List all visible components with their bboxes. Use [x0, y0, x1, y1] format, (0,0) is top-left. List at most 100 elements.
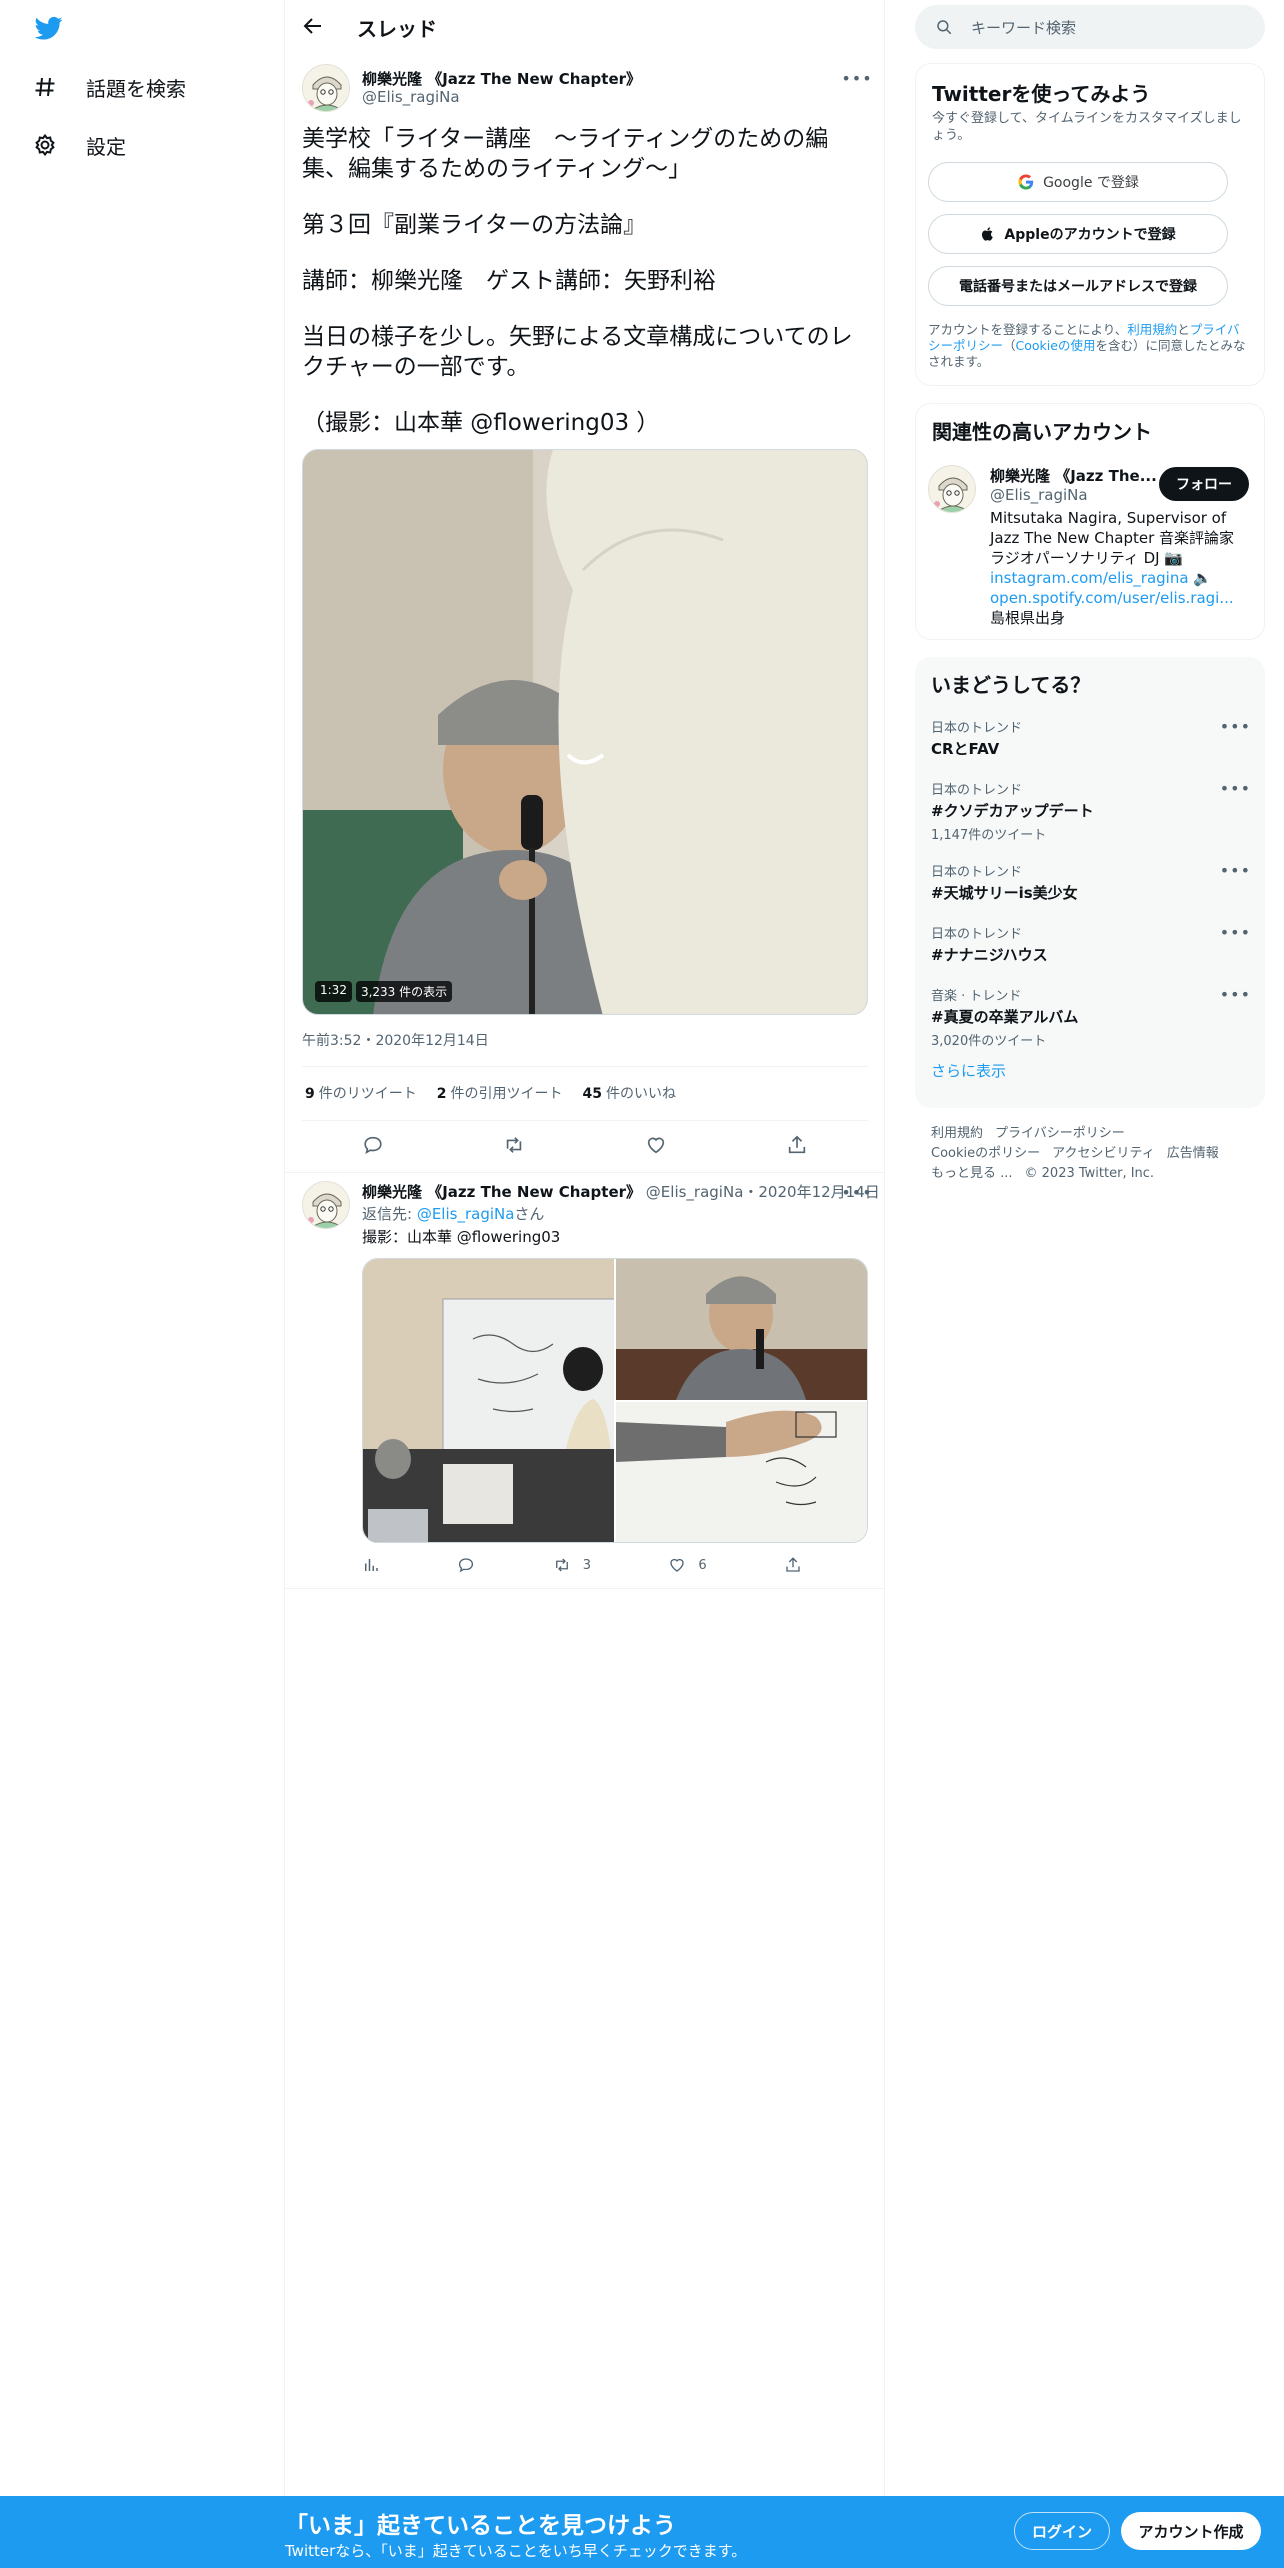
search-input[interactable]: キーワード検索 — [915, 5, 1265, 49]
quote-stat[interactable]: 2 件の引用ツイート — [437, 1083, 563, 1103]
trend-context: 日本のトレンド — [931, 927, 1023, 942]
photo[interactable] — [363, 1259, 614, 1542]
main-column: スレッド 柳樂光隆 《Jazz The New Chapter》 @Elis_r… — [285, 0, 885, 2496]
like-icon[interactable] — [643, 1132, 669, 1158]
twitter-logo-icon[interactable] — [33, 14, 65, 42]
like-stat[interactable]: 45 件のいいね — [583, 1083, 676, 1103]
more-options-icon[interactable]: ••• — [1220, 861, 1251, 880]
hashtag-icon — [32, 74, 58, 100]
avatar[interactable] — [302, 64, 350, 112]
reply-button[interactable] — [457, 1556, 475, 1574]
banner-subtitle: Twitterなら、「いま」起きていることをいち早くチェックできます。 — [285, 2542, 747, 2560]
share-icon — [786, 1557, 800, 1572]
trend-item[interactable]: 日本のトレンド #ナナニジハウス ••• — [931, 923, 1251, 965]
signup-banner: 「いま」起きていることを見つけよう Twitterなら、「いま」起きていることを… — [0, 2496, 1284, 2568]
trend-topic: CRとFAV — [931, 740, 1000, 758]
retweet-stat[interactable]: 9 件のリツイート — [305, 1083, 417, 1103]
trend-item[interactable]: 音楽 · トレンド #真夏の卒業アルバム 3,020件のツイート ••• — [931, 985, 1251, 1049]
footer-link[interactable]: アクセシビリティ — [1052, 1146, 1155, 1161]
photo[interactable] — [616, 1259, 867, 1400]
reply-icon[interactable] — [360, 1132, 386, 1158]
legal-text: と — [1177, 322, 1190, 337]
share-icon[interactable] — [784, 1132, 810, 1158]
trend-context: 日本のトレンド — [931, 865, 1023, 880]
signup-title: Twitterを使ってみよう — [932, 82, 1151, 106]
author-name[interactable]: 柳樂光隆 《Jazz The New Chapter》 — [362, 68, 641, 89]
terms-link[interactable]: 利用規約 — [1127, 322, 1177, 337]
more-options-icon[interactable]: ••• — [841, 66, 871, 90]
apple-icon — [982, 227, 994, 241]
gear-icon — [32, 132, 58, 158]
avatar[interactable] — [302, 1181, 350, 1229]
nav-explore[interactable]: 話題を検索 — [32, 67, 186, 107]
phone-signup-button[interactable]: 電話番号またはメールアドレスで登録 — [928, 266, 1228, 306]
left-nav: 話題を検索 設定 — [0, 0, 285, 2496]
video-duration: 1:32 — [315, 981, 352, 1002]
photo[interactable] — [616, 1401, 867, 1542]
tweet-timestamp[interactable]: 午前3:52・2020年12月14日 — [302, 1030, 489, 1050]
page-title: スレッド — [357, 17, 437, 41]
google-signup-button[interactable]: Google で登録 — [928, 162, 1228, 202]
tweet-text: 美学校「ライター講座 〜ライティングのための編集、編集するためのライティング〜」… — [302, 124, 868, 464]
more-options-icon[interactable]: ••• — [1220, 985, 1251, 1004]
reply-mention-link[interactable]: @Elis_ragiNa — [417, 1205, 515, 1223]
footer-link[interactable]: 利用規約 — [931, 1126, 983, 1141]
footer-link[interactable]: プライバシーポリシー — [995, 1126, 1125, 1141]
apple-signup-button[interactable]: Appleのアカウントで登録 — [928, 214, 1228, 254]
show-more-link[interactable]: さらに表示 — [931, 1060, 1006, 1081]
nav-settings[interactable]: 設定 — [32, 125, 126, 165]
bio-text: 🔈 — [1188, 569, 1212, 587]
analytics-icon — [365, 1559, 378, 1571]
trend-item[interactable]: 日本のトレンド #クソデカアップデート 1,147件のツイート ••• — [931, 779, 1251, 843]
reply-header: 柳樂光隆 《Jazz The New Chapter》 @Elis_ragiNa… — [362, 1181, 880, 1202]
divider — [302, 1120, 868, 1121]
cookie-link[interactable]: Cookieの使用 — [1016, 338, 1096, 353]
phone-signup-label: 電話番号またはメールアドレスで登録 — [959, 279, 1197, 295]
more-options-icon[interactable]: ••• — [841, 1180, 871, 1204]
trend-item[interactable]: 日本のトレンド #天城サリーis美少女 ••• — [931, 861, 1251, 903]
like-button[interactable]: 6 — [668, 1556, 707, 1574]
bio-link-spotify[interactable]: open.spotify.com/user/elis.ragi... — [990, 589, 1234, 607]
google-signup-label: Google で登録 — [1043, 175, 1139, 191]
nav-settings-label: 設定 — [86, 134, 126, 159]
more-options-icon[interactable]: ••• — [1220, 717, 1251, 736]
login-button[interactable]: ログイン — [1014, 2512, 1110, 2550]
footer-link[interactable]: 広告情報 — [1167, 1146, 1219, 1161]
bio-link-instagram[interactable]: instagram.com/elis_ragina — [990, 569, 1189, 587]
related-handle[interactable]: @Elis_ragiNa — [990, 486, 1088, 504]
video-frame — [303, 450, 867, 1014]
trend-context: 日本のトレンド — [931, 721, 1023, 736]
trend-item[interactable]: 日本のトレンド CRとFAV ••• — [931, 717, 1251, 759]
legal-text: （ — [1003, 338, 1016, 353]
tweet-paragraph: （撮影：山本華 @flowering03 ） — [302, 410, 660, 436]
tweet-video[interactable]: 1:32 3,233 件の表示 — [302, 449, 868, 1015]
avatar[interactable] — [928, 465, 976, 513]
share-button[interactable] — [784, 1556, 802, 1574]
retweet-button[interactable]: 3 — [553, 1556, 591, 1574]
related-name[interactable]: 柳樂光隆 《Jazz The... — [990, 465, 1157, 486]
footer-links: 利用規約 プライバシーポリシー Cookieのポリシー アクセシビリティ 広告情報 も… — [931, 1124, 1261, 1184]
tweet-paragraph: 美学校「ライター講座 〜ライティングのための編集、編集するためのライティング〜」 — [302, 126, 829, 182]
signup-card: Twitterを使ってみよう 今すぐ登録して、タイムラインをカスタマイズしましょ… — [915, 63, 1265, 386]
follow-button[interactable]: フォロー — [1159, 467, 1249, 501]
video-badge: 1:32 3,233 件の表示 — [315, 981, 453, 1002]
google-icon — [1018, 174, 1034, 190]
reply-to-line: 返信先: @Elis_ragiNaさん — [362, 1203, 544, 1224]
footer-link[interactable]: Cookieのポリシー — [931, 1146, 1040, 1161]
create-account-button[interactable]: アカウント作成 — [1121, 2512, 1261, 2550]
author-handle[interactable]: @Elis_ragiNa — [362, 88, 460, 106]
back-arrow-icon[interactable] — [301, 14, 325, 38]
bio-text: 島根県出身 — [990, 609, 1066, 627]
reply-author-handle[interactable]: @Elis_ragiNa — [646, 1183, 744, 1201]
search-placeholder: キーワード検索 — [971, 18, 1077, 37]
trend-count: 1,147件のツイート — [931, 828, 1047, 843]
reply-author-name[interactable]: 柳樂光隆 《Jazz The New Chapter》 — [362, 1183, 641, 1201]
retweet-icon[interactable] — [501, 1132, 527, 1158]
more-options-icon[interactable]: ••• — [1220, 923, 1251, 942]
analytics-button[interactable] — [362, 1556, 380, 1574]
photo-grid — [362, 1258, 868, 1543]
more-options-icon[interactable]: ••• — [1220, 779, 1251, 798]
like-icon — [670, 1558, 685, 1572]
trend-context: 日本のトレンド — [931, 783, 1023, 798]
footer-link[interactable]: もっと見る ... — [931, 1166, 1013, 1181]
